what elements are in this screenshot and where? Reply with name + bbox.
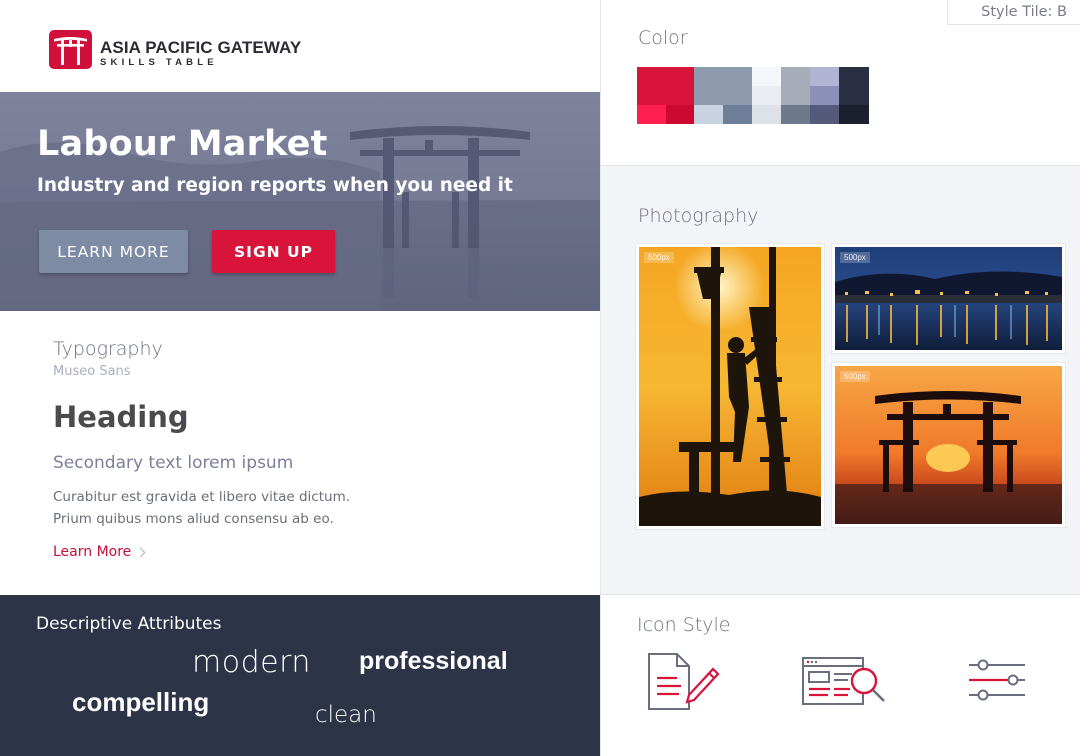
descriptive-attributes-section: Descriptive Attributes modern profession…	[0, 595, 600, 756]
typography-label: Typography	[53, 338, 163, 360]
sliders-icon	[965, 657, 1031, 705]
style-tile-left-column: ASIA PACIFIC GATEWAY SKILLS TABLE Labour…	[0, 0, 600, 756]
attribute-word-professional: professional	[359, 647, 508, 675]
color-swatch	[694, 105, 723, 124]
browser-search-icon	[800, 655, 892, 711]
color-label: Color	[638, 27, 688, 49]
photo-watermark: 500px	[644, 252, 674, 263]
photo-watermark: 500px	[840, 371, 870, 382]
color-swatch	[666, 105, 694, 124]
color-palette	[637, 67, 869, 124]
typography-section: Typography Museo Sans Heading Secondary …	[0, 311, 600, 595]
icon-style-label: Icon Style	[637, 614, 731, 636]
style-tile-badge: Style Tile: B	[947, 0, 1080, 25]
color-swatch	[839, 105, 869, 124]
color-swatch	[810, 67, 839, 86]
photo-watermark: 500px	[840, 252, 870, 263]
photo-torii-sunset: 500px	[832, 363, 1065, 527]
sign-up-button[interactable]: SIGN UP	[212, 230, 335, 273]
brand-name: ASIA PACIFIC GATEWAY	[100, 38, 302, 57]
sample-secondary-text: Secondary text lorem ipsum	[53, 453, 294, 473]
color-swatch	[810, 105, 839, 124]
torii-gate-icon	[49, 30, 92, 69]
hero-banner: Labour Market Industry and region report…	[0, 92, 600, 311]
photo-harbour-night: 500px	[832, 244, 1065, 353]
learn-more-link-label[interactable]: Learn More	[53, 544, 131, 560]
icon-style-section: Icon Style	[601, 595, 1080, 756]
color-swatch	[752, 86, 781, 105]
hero-title: Labour Market	[37, 124, 328, 164]
hero-subtitle: Industry and region reports when you nee…	[37, 175, 513, 196]
attribute-word-compelling: compelling	[72, 687, 210, 717]
body-line-1: Curabitur est gravida et libero vitae di…	[53, 489, 351, 505]
descriptive-attributes-label: Descriptive Attributes	[36, 614, 222, 634]
color-swatch	[781, 67, 810, 105]
typography-font-name: Museo Sans	[53, 364, 131, 379]
brand-subtitle: SKILLS TABLE	[100, 57, 218, 68]
photo-worker-silhouette: 500px	[636, 244, 824, 529]
color-swatch	[694, 67, 752, 105]
logo-bar: ASIA PACIFIC GATEWAY SKILLS TABLE	[0, 0, 600, 92]
document-edit-icon	[643, 651, 723, 715]
photography-section: Photography 500px 500px 500px	[601, 166, 1080, 595]
color-swatch	[752, 67, 781, 86]
sample-heading: Heading	[53, 400, 189, 434]
color-swatch	[839, 67, 869, 105]
sample-body-text: Curabitur est gravida et libero vitae di…	[53, 486, 350, 530]
attribute-word-clean: clean	[315, 702, 377, 728]
photography-label: Photography	[638, 205, 759, 227]
color-swatch	[723, 105, 752, 124]
body-line-2: Prium quibus mons aliud consensu ab eo.	[53, 511, 334, 527]
learn-more-button[interactable]: LEARN MORE	[39, 230, 188, 273]
color-swatch	[637, 105, 666, 124]
chevron-right-icon	[135, 547, 146, 558]
learn-more-link[interactable]: Learn More	[53, 544, 146, 560]
color-swatch	[637, 67, 694, 105]
color-swatch	[810, 86, 839, 105]
color-swatch	[781, 105, 810, 124]
style-tile-right-column: Color Style Tile: B Photography 500px 50…	[600, 0, 1080, 756]
color-swatch	[752, 105, 781, 124]
attribute-word-modern: modern	[192, 645, 311, 680]
